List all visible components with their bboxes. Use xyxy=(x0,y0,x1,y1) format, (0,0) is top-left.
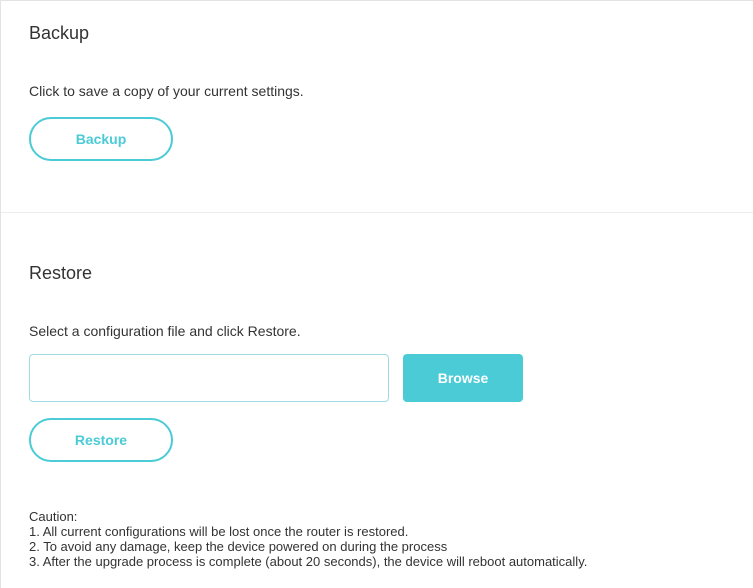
caution-item: 1. All current configurations will be lo… xyxy=(29,524,409,539)
caution-item: 3. After the upgrade process is complete… xyxy=(29,554,588,569)
backup-restore-page: Backup Click to save a copy of your curr… xyxy=(0,0,753,588)
backup-section-title: Backup xyxy=(29,23,90,43)
caution-notes: Caution: 1. All current configurations w… xyxy=(29,509,587,569)
caution-item: 2. To avoid any damage, keep the device … xyxy=(29,539,448,554)
restore-section-title: Restore xyxy=(29,263,93,283)
backup-button[interactable]: Backup xyxy=(29,117,173,161)
caution-heading: Caution: xyxy=(29,509,78,524)
restore-description: Select a configuration file and click Re… xyxy=(29,323,301,339)
backup-description: Click to save a copy of your current set… xyxy=(29,83,304,99)
config-file-input[interactable] xyxy=(29,354,389,402)
browse-button[interactable]: Browse xyxy=(403,354,523,402)
restore-button[interactable]: Restore xyxy=(29,418,173,462)
section-divider xyxy=(1,212,753,213)
